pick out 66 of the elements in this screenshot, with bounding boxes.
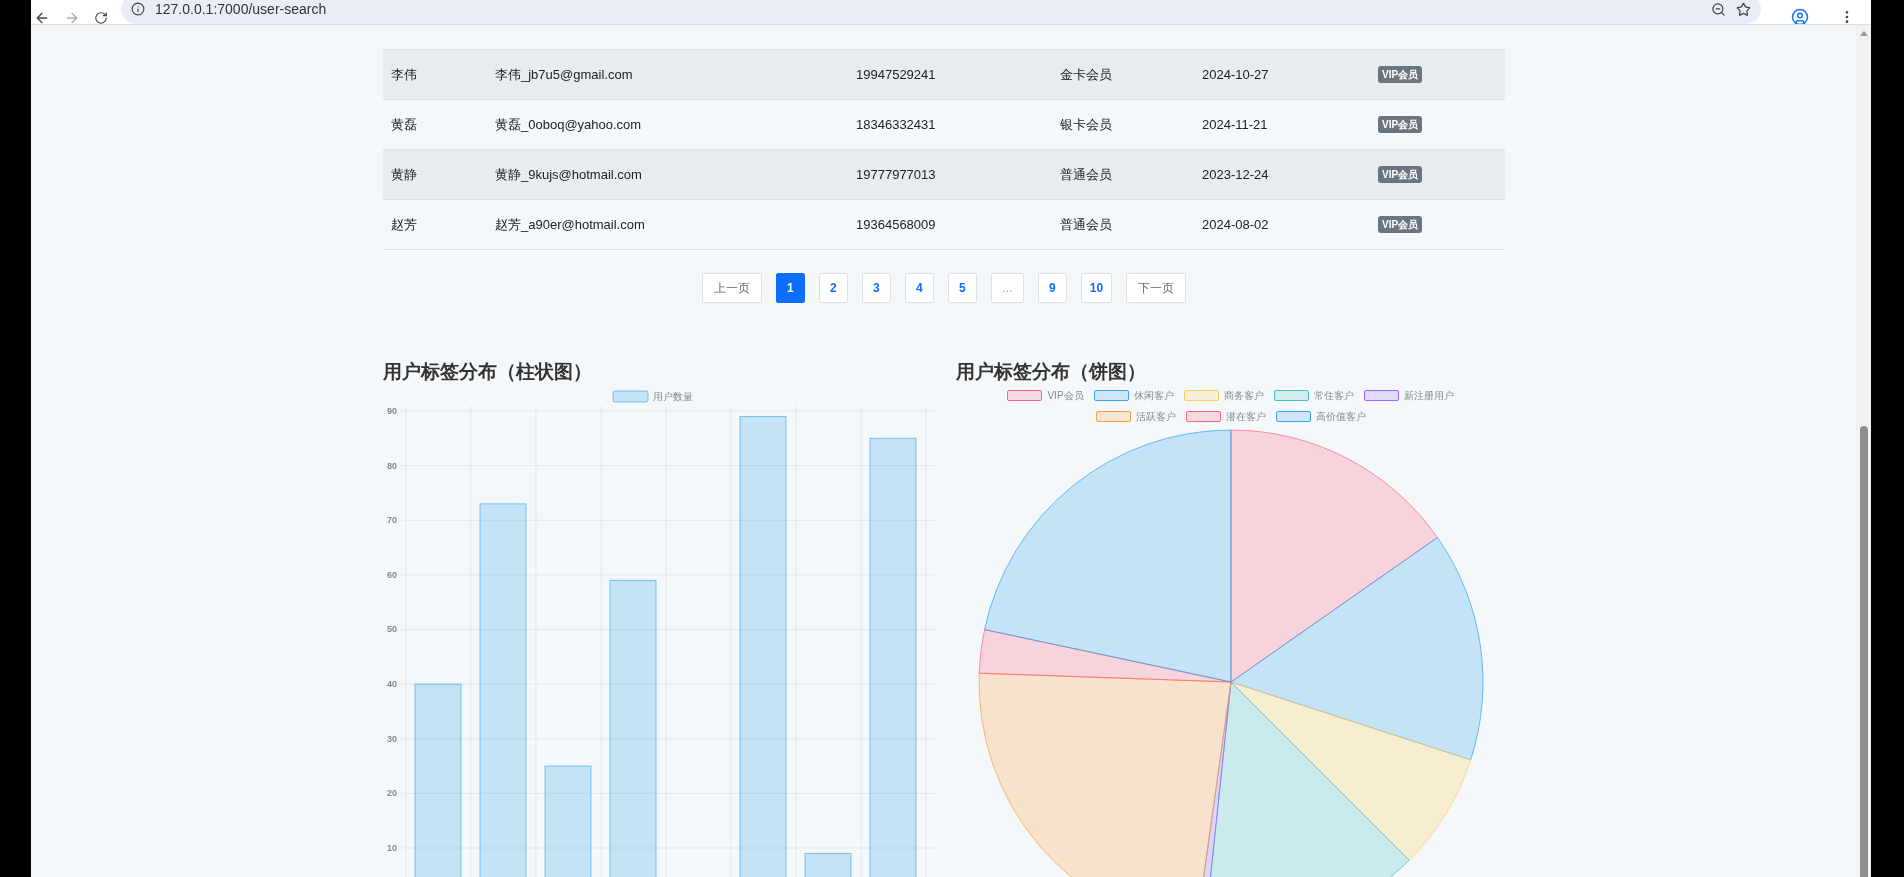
table-cell-text: 2024-11-21 [1202, 115, 1269, 134]
table-cell-text: 19947529241 [856, 65, 937, 84]
legend-swatch [612, 390, 649, 403]
tag-badge: VIP会员 [1378, 166, 1423, 183]
table-cell-text: 李伟 [390, 65, 418, 84]
pagination-button[interactable]: ... [990, 273, 1024, 303]
profile-icon[interactable] [1791, 8, 1809, 24]
pagination-button[interactable]: 10 [1080, 273, 1113, 303]
axis-tick-label: 80 [387, 460, 397, 471]
reload-icon[interactable] [94, 11, 108, 24]
axis-tick-label: 60 [387, 569, 397, 580]
legend-label: VIP会员 [1047, 389, 1084, 403]
table-cell-text: 19364568009 [856, 215, 937, 234]
table-cell-text: 黄磊 [390, 115, 418, 134]
legend-label: 用户数量 [653, 391, 693, 402]
scrollbar-thumb[interactable] [1859, 426, 1868, 877]
pagination-button[interactable]: 4 [904, 273, 934, 303]
table-cell-text: 2024-08-02 [1202, 215, 1270, 234]
pagination-button[interactable]: 5 [947, 273, 977, 303]
table-cell-text: 19777977013 [856, 165, 937, 184]
axis-tick-label: 30 [387, 733, 397, 744]
axis-tick-label: 70 [387, 515, 397, 526]
table-cell-text: 18346332431 [856, 115, 937, 134]
legend-label: 休闲客户 [1133, 389, 1174, 403]
table-cell-text: 赵芳_a90er@hotmail.com [495, 215, 646, 234]
table-cell-text: 银卡会员 [1060, 115, 1113, 134]
axis-tick-label: 20 [387, 788, 397, 799]
address-bar[interactable]: 127.0.0.1:7000/user-search [121, 0, 1761, 24]
pagination-button[interactable]: 2 [818, 273, 848, 303]
zoom-out-icon[interactable] [1711, 1, 1726, 17]
star-icon[interactable] [1736, 1, 1751, 17]
legend-label: 商务客户 [1223, 389, 1264, 403]
pagination-button[interactable]: 下一页 [1126, 273, 1187, 303]
table-cell-text: 普通会员 [1060, 165, 1113, 184]
axis-tick-label: 10 [387, 843, 397, 853]
chart-title: 用户标签分布（柱状图） [383, 360, 592, 384]
tag-badge: VIP会员 [1378, 116, 1423, 133]
table-cell-text: 李伟_jb7u5@gmail.com [495, 65, 634, 84]
pagination-button[interactable]: 9 [1037, 273, 1067, 303]
back-icon[interactable] [34, 10, 50, 24]
table-cell-text: 黄静 [390, 165, 418, 184]
legend-label: 活跃客户 [1135, 410, 1176, 424]
url-text: 127.0.0.1:7000/user-search [155, 0, 327, 19]
axis-tick-label: 40 [387, 679, 397, 690]
pagination-button[interactable]: 3 [861, 273, 891, 303]
table-cell-text: 2024-10-27 [1202, 65, 1270, 84]
pagination-button[interactable]: 上一页 [701, 273, 762, 303]
tag-badge: VIP会员 [1378, 216, 1423, 233]
axis-tick-label: 50 [387, 624, 397, 635]
info-icon[interactable] [131, 2, 145, 16]
table-cell-text: 普通会员 [1060, 215, 1113, 234]
table-cell-text: 黄静_9kujs@hotmail.com [495, 165, 643, 184]
legend-label: 潜在客户 [1225, 410, 1266, 424]
pagination-button[interactable]: 1 [775, 273, 805, 303]
bar [804, 852, 852, 877]
axis-tick-label: 90 [387, 406, 397, 416]
table-cell-text: 2023-12-24 [1202, 165, 1270, 184]
legend-label: 新注册用户 [1403, 389, 1454, 403]
legend-label: 常住客户 [1313, 389, 1354, 403]
chart-title: 用户标签分布（饼图） [956, 360, 1146, 384]
table-cell-text: 赵芳 [390, 215, 418, 234]
tag-badge: VIP会员 [1378, 66, 1423, 83]
legend-label: 高价值客户 [1315, 410, 1366, 424]
scrollbar[interactable] [1856, 25, 1871, 877]
table-cell-text: 黄磊_0oboq@yahoo.com [495, 115, 643, 134]
table-cell-text: 金卡会员 [1060, 65, 1113, 84]
